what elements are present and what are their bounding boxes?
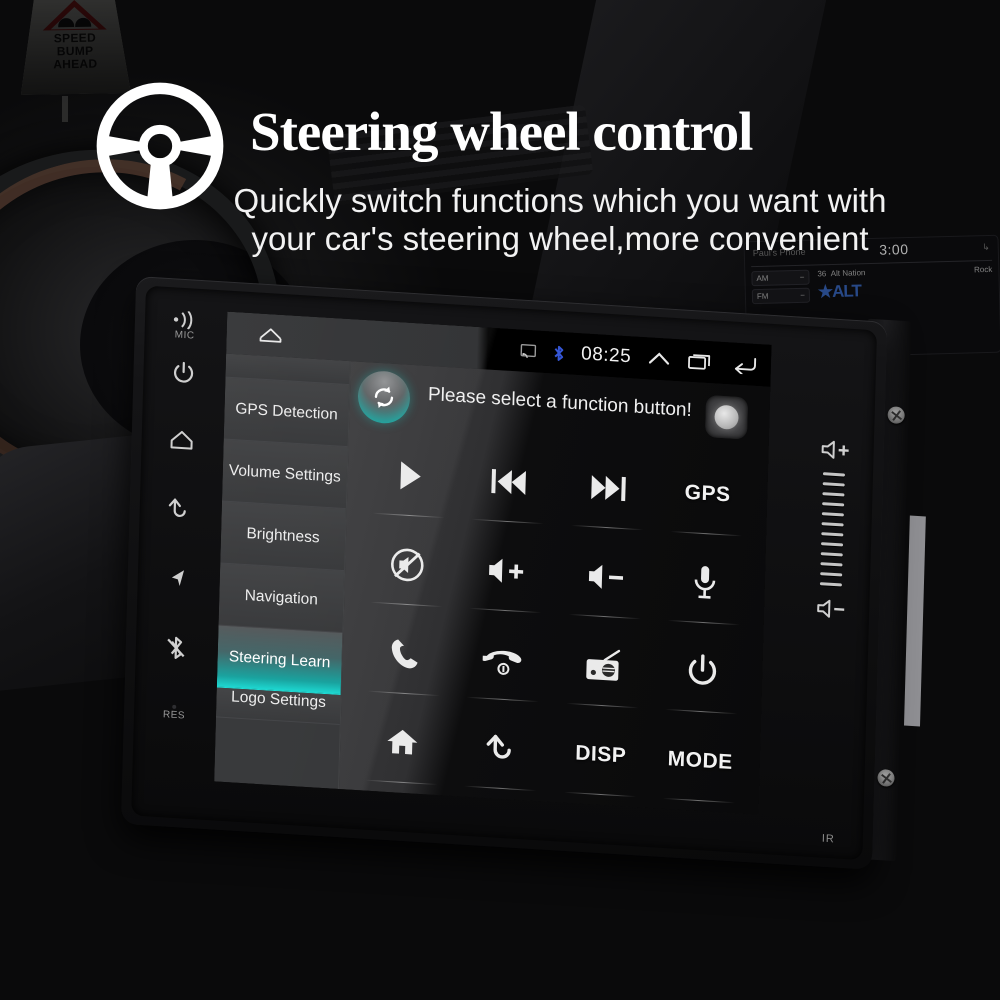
oem-fm-button: FM − xyxy=(751,287,811,305)
chevron-up-icon[interactable] xyxy=(647,349,671,368)
oem-genre: Rock xyxy=(973,264,993,275)
screen-cast-icon xyxy=(520,343,537,359)
oem-am-button: AM − xyxy=(751,269,810,287)
gps-button[interactable]: GPS xyxy=(657,446,759,541)
right-bezel-controls xyxy=(791,437,868,841)
volume-down-button[interactable] xyxy=(555,529,657,624)
next-button[interactable] xyxy=(557,440,659,535)
status-back-icon[interactable] xyxy=(731,353,760,376)
reset-pinhole[interactable]: RES xyxy=(162,704,186,722)
home-button[interactable] xyxy=(168,428,195,452)
reset-pinhole-icon xyxy=(172,704,177,709)
bluetooth-button[interactable] xyxy=(165,634,188,661)
sidebar-item-volume-settings[interactable]: Volume Settings xyxy=(221,439,348,510)
previous-button[interactable] xyxy=(458,434,560,529)
back-button[interactable] xyxy=(166,496,193,522)
reset-label: RES xyxy=(162,709,186,722)
volume-up-button[interactable] xyxy=(455,523,557,618)
mic-label: MIC xyxy=(174,329,195,342)
gps-label: GPS xyxy=(684,480,731,507)
learn-indicator-dot xyxy=(714,404,739,430)
radio-button[interactable] xyxy=(552,618,654,713)
sidebar-item-gps-detection[interactable]: GPS Detection xyxy=(223,377,350,448)
head-unit-body: MIC RES IR 08:25 GPS Detection Volume Se… xyxy=(120,275,888,870)
power-button[interactable] xyxy=(171,360,196,385)
learn-indicator-button[interactable] xyxy=(704,394,749,440)
left-bezel-controls: MIC RES xyxy=(136,305,221,789)
status-home-icon[interactable] xyxy=(256,324,285,346)
disp-label: DISP xyxy=(575,740,627,768)
sidebar-item-steering-learn[interactable]: Steering Learn xyxy=(216,625,343,696)
ir-receiver-label: IR xyxy=(821,832,835,846)
call-answer-button[interactable] xyxy=(354,606,456,701)
oem-station-logo: ★ALT xyxy=(817,281,862,302)
back-button[interactable] xyxy=(451,701,553,796)
volume-up-icon[interactable] xyxy=(818,438,851,462)
sidebar-item-logo-settings[interactable]: Logo Settings xyxy=(215,687,341,726)
navigation-button[interactable] xyxy=(167,566,190,589)
steering-learn-panel: Please select a function button! GPS DIS… xyxy=(339,361,771,815)
car-head-unit: MIC RES IR 08:25 GPS Detection Volume Se… xyxy=(120,268,926,886)
sign-line-3: AHEAD xyxy=(53,56,98,72)
oem-channel-name: Alt Nation xyxy=(830,268,866,279)
oem-am-label: AM xyxy=(756,273,769,284)
call-hangup-button[interactable] xyxy=(453,612,555,707)
page-subtitle: Quickly switch functions which you want … xyxy=(233,182,887,257)
speed-bump-glyph xyxy=(58,18,91,28)
sidebar-item-brightness[interactable]: Brightness xyxy=(220,501,346,572)
status-clock: 08:25 xyxy=(580,343,632,368)
sign-text: SPEED BUMP AHEAD xyxy=(20,31,131,72)
sidebar-item-navigation[interactable]: Navigation xyxy=(218,563,345,634)
steering-wheel-icon xyxy=(96,82,224,210)
home-button[interactable] xyxy=(351,695,453,790)
sign-post xyxy=(62,96,68,122)
oem-channel-number: 36 xyxy=(817,269,827,279)
star-icon: ★ xyxy=(817,282,833,302)
mode-button[interactable]: MODE xyxy=(649,713,751,808)
screenshot-root: Paul's Phone 3:00 ↳ AM − FM − 36 Alt Natio… xyxy=(0,0,1000,1000)
function-button-grid: GPS DISP MODE xyxy=(351,428,758,808)
mute-button[interactable] xyxy=(356,517,458,612)
recent-apps-icon[interactable] xyxy=(687,351,716,373)
page-title: Steering wheel control xyxy=(250,101,753,162)
bluetooth-icon xyxy=(552,343,566,363)
mic-indicator: MIC xyxy=(171,310,198,342)
volume-ticks xyxy=(819,472,846,587)
settings-sidebar[interactable]: GPS Detection Volume Settings Brightness… xyxy=(214,353,351,790)
mode-label: MODE xyxy=(667,746,733,774)
play-button[interactable] xyxy=(359,428,461,523)
power-button[interactable] xyxy=(652,624,754,719)
oem-nav-icon: ↳ xyxy=(982,241,990,252)
settings-screen: GPS Detection Volume Settings Brightness… xyxy=(214,353,771,815)
oem-fm-label: FM xyxy=(756,291,769,302)
volume-down-icon[interactable] xyxy=(814,597,847,621)
speed-bump-sign: SPEED BUMP AHEAD xyxy=(19,0,131,95)
mic-button[interactable] xyxy=(654,535,756,630)
touchscreen-display[interactable]: 08:25 GPS Detection Volume Settings Brig… xyxy=(214,311,772,815)
disp-button[interactable]: DISP xyxy=(550,707,652,802)
